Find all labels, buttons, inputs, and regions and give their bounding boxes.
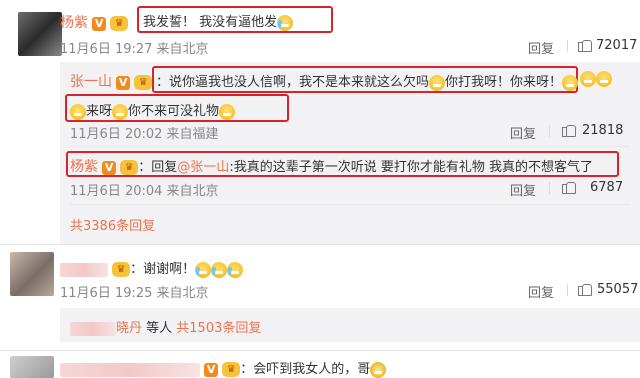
comment-header: 杨紫 V ♛ xyxy=(60,12,129,32)
reply-button[interactable]: 回复 xyxy=(510,123,536,142)
verified-badge-icon: V xyxy=(102,160,117,175)
comment-time: 11月6日 19:25 来自北京 xyxy=(60,286,209,301)
view-all-replies-link[interactable]: 共3386条回复 xyxy=(70,215,155,234)
blurred-username xyxy=(60,262,108,277)
like-icon[interactable] xyxy=(578,282,592,296)
crying-laugh-emoji-icon xyxy=(227,261,244,278)
member-crown-icon: ♛ xyxy=(112,262,131,277)
like-icon[interactable] xyxy=(578,38,592,52)
mention-link[interactable]: @张一山 xyxy=(177,160,229,175)
crying-laugh-emoji-icon xyxy=(195,261,212,278)
reply-button[interactable]: 回复 xyxy=(528,282,554,301)
crying-laugh-emoji-icon xyxy=(277,14,294,31)
grin-emoji-icon xyxy=(70,103,86,120)
avatar[interactable] xyxy=(18,12,62,56)
like-count: 21818 xyxy=(582,123,624,138)
like-count: 6787 xyxy=(590,180,624,195)
view-all-replies-link[interactable]: 共1503条回复 xyxy=(176,321,261,336)
blurred-username xyxy=(60,362,200,377)
verified-badge-icon: V xyxy=(92,16,107,31)
reply-time: 11月6日 20:04 来自北京 xyxy=(70,184,219,199)
trailing-emojis xyxy=(580,71,612,87)
like-icon[interactable] xyxy=(562,180,576,194)
reply-button[interactable]: 回复 xyxy=(510,180,536,199)
comment-line: V ♛ ：会吓到我女人的，哥 xyxy=(60,358,387,378)
grin-emoji-icon xyxy=(112,103,129,120)
reply-header: 张一山 V ♛ xyxy=(70,71,153,91)
avatar[interactable] xyxy=(10,252,54,296)
username[interactable]: 杨紫 xyxy=(70,159,98,175)
comment-line: ♛ ：谢谢啊！ xyxy=(60,258,244,278)
crying-laugh-emoji-icon xyxy=(211,261,228,278)
grin-emoji-icon xyxy=(562,74,579,91)
member-crown-icon: ♛ xyxy=(120,160,139,175)
reply-button[interactable]: 回复 xyxy=(528,38,554,57)
grin-emoji-icon xyxy=(596,71,612,87)
reply-text-line1: ：说你逼我也没人信啊，我不是本来就这么欠吗 你打我呀！你来呀！ xyxy=(156,71,579,91)
username[interactable]: 杨紫 xyxy=(60,15,88,31)
like-count: 55057 xyxy=(597,282,639,297)
comment-time: 11月6日 19:27 来自北京 xyxy=(60,42,209,57)
comment-text: 我发誓！ 我没有逼他发 xyxy=(143,11,294,31)
like-icon[interactable] xyxy=(562,123,576,137)
reply-time: 11月6日 20:02 来自福建 xyxy=(70,127,219,142)
username[interactable]: 张一山 xyxy=(70,74,112,90)
reply-text-line2: 来呀 你不来可没礼物 xyxy=(70,100,236,120)
grin-emoji-icon xyxy=(580,71,596,87)
grin-emoji-icon xyxy=(429,74,446,91)
lightbulb-emoji-icon xyxy=(370,361,387,378)
reply-line: 杨紫 V ♛ ：回复@张一山:我真的这辈子第一次听说 要打你才能有礼物 我真的不想… xyxy=(70,159,593,175)
verified-badge-icon: V xyxy=(204,362,219,377)
member-crown-icon: ♛ xyxy=(222,362,241,377)
like-count: 72017 xyxy=(596,38,638,53)
sub-reply-summary: 晓丹 等人 共1503条回复 xyxy=(70,317,261,336)
member-crown-icon: ♛ xyxy=(134,75,153,90)
member-crown-icon: ♛ xyxy=(110,16,129,31)
avatar[interactable] xyxy=(10,356,54,378)
grin-emoji-icon xyxy=(219,103,236,120)
verified-badge-icon: V xyxy=(116,75,131,90)
